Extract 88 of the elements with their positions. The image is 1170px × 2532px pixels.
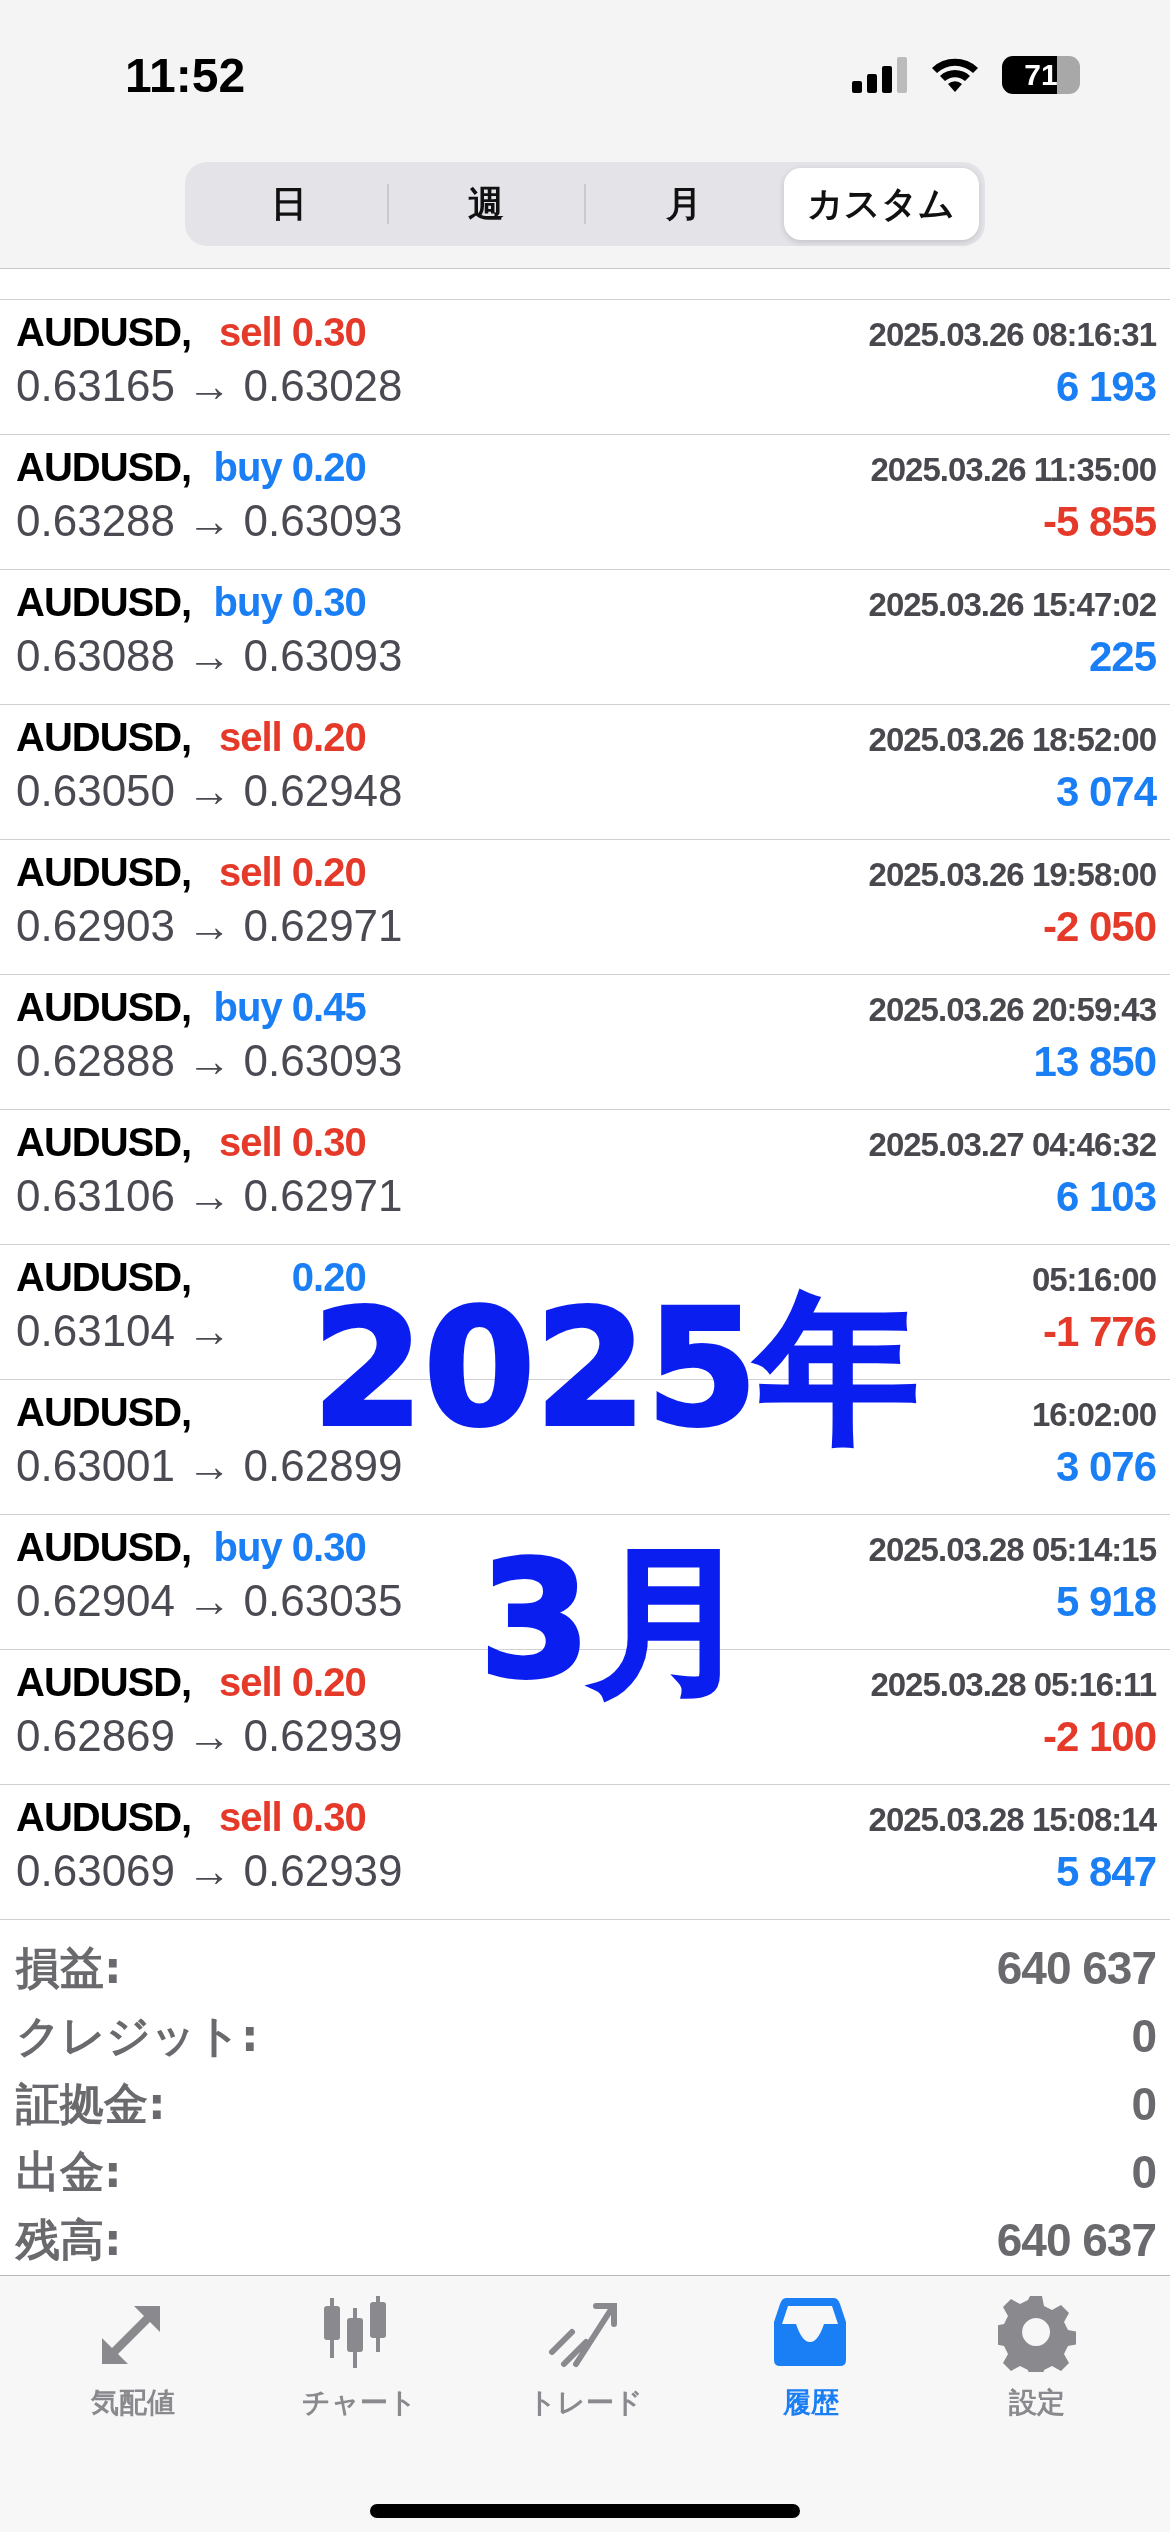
deal-time: 2025.03.28 05:14:15: [868, 1531, 1156, 1569]
order-label: sell 0.30: [219, 1120, 366, 1164]
order-label: sell 0.30: [219, 1795, 366, 1839]
deal-time: 2025.03.26 08:16:31: [868, 316, 1156, 354]
deal-time: 2025.03.27 04:46:32: [868, 1126, 1156, 1164]
price-range: 0.62869 → 0.62939: [16, 1711, 403, 1761]
period-tab[interactable]: 週: [388, 168, 584, 240]
trend-icon: [549, 2303, 617, 2367]
arrows-icon: [102, 2306, 160, 2364]
order-label: buy 0.30: [213, 580, 366, 624]
price-range: 0.63106 → 0.62971: [16, 1171, 403, 1221]
profit-value: 6 193: [1055, 363, 1156, 411]
inbox-icon: [774, 2298, 846, 2366]
tab-bar-item[interactable]: 設定: [924, 2294, 1150, 2422]
deal-time: 2025.03.26 18:52:00: [868, 721, 1156, 759]
symbol-label: AUDUSD,: [16, 985, 192, 1029]
summary-value: 0: [1131, 2009, 1156, 2063]
price-range: 0.63088 → 0.63093: [16, 631, 403, 681]
symbol-label: AUDUSD,: [16, 1795, 192, 1839]
summary-value: 0: [1131, 2077, 1156, 2131]
symbol-label: AUDUSD,: [16, 580, 192, 624]
symbol-label: AUDUSD,: [16, 1525, 192, 1569]
price-range: 0.63288 → 0.63093: [16, 496, 403, 546]
summary-value: 640 637: [996, 2213, 1156, 2267]
order-label: sell 0.20: [219, 715, 366, 759]
tab-bar-item[interactable]: 気配値: [20, 2294, 246, 2422]
candlestick-icon: [324, 2296, 386, 2368]
summary-label: 証拠金:: [16, 2076, 166, 2131]
summary-value: 0: [1131, 2145, 1156, 2199]
battery-icon: 71: [1002, 56, 1080, 94]
profit-value: -2 050: [1042, 903, 1156, 951]
profit-value: 225: [1088, 633, 1156, 681]
status-time: 11:52: [125, 47, 247, 103]
profit-value: 5 918: [1055, 1578, 1156, 1626]
wifi-icon: [930, 56, 980, 94]
period-tab[interactable]: 日: [191, 168, 387, 240]
period-tab[interactable]: 月: [586, 168, 782, 240]
price-range: 0.63104 →: [16, 1306, 232, 1356]
deal-time: 16:02:00: [1031, 1396, 1156, 1434]
price-range: 0.63001 → 0.62899: [16, 1441, 403, 1491]
symbol-label: AUDUSD,: [16, 850, 192, 894]
period-tab[interactable]: カスタム: [783, 168, 979, 240]
summary-label: 残高:: [16, 2212, 122, 2267]
profit-value: -5 855: [1042, 498, 1156, 546]
tab-bar-item[interactable]: 履歴: [698, 2294, 924, 2422]
summary-label: 損益:: [16, 1940, 122, 1995]
price-range: 0.62904 → 0.63035: [16, 1576, 403, 1626]
deal-time: 2025.03.26 11:35:00: [870, 451, 1156, 489]
deal-time: 2025.03.26 20:59:43: [868, 991, 1156, 1029]
profit-value: 3 074: [1055, 768, 1156, 816]
profit-value: 3 076: [1055, 1443, 1156, 1491]
order-label: 0.20: [291, 1255, 366, 1299]
symbol-label: AUDUSD,: [16, 1390, 192, 1434]
deal-time: 05:16:00: [1031, 1261, 1156, 1299]
order-label: sell 0.30: [219, 310, 366, 354]
symbol-label: AUDUSD,: [16, 1120, 192, 1164]
tab-bar-item[interactable]: チャート: [246, 2294, 472, 2422]
profit-value: -2 100: [1042, 1713, 1156, 1761]
summary-label: クレジット:: [16, 2008, 259, 2063]
profit-value: 5 847: [1055, 1848, 1156, 1896]
settings-icon: [998, 2296, 1076, 2372]
order-label: buy 0.20: [213, 445, 366, 489]
summary-value: 640 637: [996, 1941, 1156, 1995]
profit-value: 6 103: [1055, 1173, 1156, 1221]
deal-time: 2025.03.26 19:58:00: [868, 856, 1156, 894]
price-range: 0.63050 → 0.62948: [16, 766, 403, 816]
deal-time: 2025.03.26 15:47:02: [868, 586, 1156, 624]
symbol-label: AUDUSD,: [16, 310, 192, 354]
symbol-label: AUDUSD,: [16, 715, 192, 759]
deal-time: 2025.03.28 05:16:11: [870, 1666, 1156, 1704]
price-range: 0.62888 → 0.63093: [16, 1036, 403, 1086]
symbol-label: AUDUSD,: [16, 1660, 192, 1704]
order-label: sell 0.20: [219, 1660, 366, 1704]
profit-value: -1 776: [1042, 1308, 1156, 1356]
tab-bar-item[interactable]: トレード: [472, 2294, 698, 2422]
caption-text: 3月: [478, 1541, 752, 1708]
order-label: sell 0.20: [219, 850, 366, 894]
price-range: 0.63069 → 0.62939: [16, 1846, 403, 1896]
symbol-label: AUDUSD,: [16, 445, 192, 489]
profit-value: 13 850: [1033, 1038, 1156, 1086]
price-range: 0.62903 → 0.62971: [16, 901, 403, 951]
deal-time: 2025.03.28 15:08:14: [868, 1801, 1156, 1839]
order-label: buy 0.30: [213, 1525, 366, 1569]
price-range: 0.63165 → 0.63028: [16, 361, 403, 411]
order-label: buy 0.45: [213, 985, 366, 1029]
signal-icon: [852, 57, 908, 93]
summary-label: 出金:: [16, 2144, 122, 2199]
symbol-label: AUDUSD,: [16, 1255, 192, 1299]
